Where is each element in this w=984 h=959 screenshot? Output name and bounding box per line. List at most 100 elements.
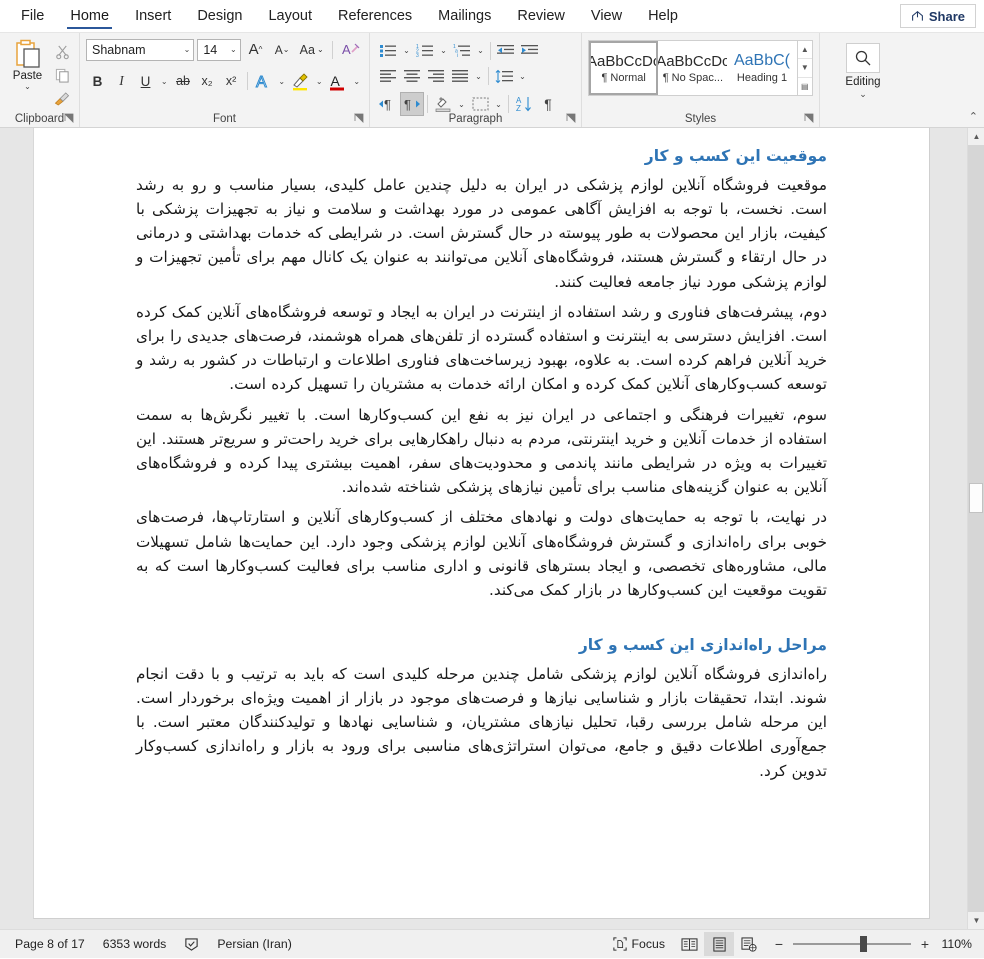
font-size-combo[interactable]: 14 ⌄ [197, 38, 241, 61]
read-mode-button[interactable] [674, 932, 704, 956]
chevron-down-icon: ⌄ [230, 45, 237, 54]
ribbon-tab-file[interactable]: File [8, 0, 57, 32]
clear-formatting-icon[interactable]: A [339, 38, 363, 62]
multilevel-list-icon[interactable]: 1 a i [450, 39, 474, 63]
zoom-slider[interactable] [793, 936, 911, 952]
numbered-list-icon[interactable]: 1 2 3 [413, 39, 437, 63]
bullet-list-icon[interactable] [376, 39, 400, 63]
numbering-dropdown-icon[interactable]: ⌄ [437, 39, 450, 63]
share-button[interactable]: Share [899, 4, 976, 28]
group-label-styles: Styles [684, 113, 717, 125]
cut-button[interactable] [51, 42, 73, 62]
text-effects-icon[interactable]: A [252, 69, 275, 93]
focus-mode-button[interactable]: Focus [604, 930, 675, 959]
zoom-slider-thumb[interactable] [860, 936, 867, 952]
chevron-down-icon[interactable]: ⌄ [859, 89, 867, 100]
style-item-normal[interactable]: AaBbCcDc ¶ Normal [589, 41, 659, 95]
paragraph: سوم، تغییرات فرهنگی و اجتماعی در ایران ن… [136, 405, 827, 497]
zoom-level-label[interactable]: 110% [940, 937, 978, 951]
styles-scroll-up-icon[interactable]: ▲ [797, 41, 812, 60]
ribbon-tab-design[interactable]: Design [184, 0, 255, 32]
align-left-icon[interactable] [376, 64, 400, 88]
ribbon-tab-help[interactable]: Help [635, 0, 691, 32]
underline-button[interactable]: U [134, 69, 157, 93]
bullets-dropdown-icon[interactable]: ⌄ [400, 39, 413, 63]
chevron-down-icon[interactable]: ⌄ [24, 82, 31, 91]
word-count[interactable]: 6353 words [94, 930, 176, 959]
justify-icon[interactable] [448, 64, 472, 88]
print-layout-button[interactable] [704, 932, 734, 956]
ribbon-tab-layout[interactable]: Layout [255, 0, 325, 32]
text-effects-dropdown-icon[interactable]: ⌄ [276, 69, 288, 93]
multilevel-dropdown-icon[interactable]: ⌄ [474, 39, 487, 63]
font-color-icon[interactable]: A [326, 69, 349, 93]
superscript-button[interactable]: x² [220, 69, 243, 93]
paste-label: Paste [12, 70, 43, 82]
svg-text:A: A [256, 74, 267, 90]
read-mode-icon [680, 937, 698, 952]
subscript-button[interactable]: x₂ [196, 69, 219, 93]
vertical-scrollbar[interactable]: ▲ ▼ [967, 128, 984, 929]
svg-text:¶: ¶ [404, 97, 411, 111]
ribbon-tab-references[interactable]: References [325, 0, 425, 32]
shrink-font-icon[interactable]: A ⌄ [270, 38, 294, 62]
svg-text:3: 3 [416, 53, 419, 58]
grow-font-icon[interactable]: A ^ [244, 38, 268, 62]
language-indicator[interactable]: Persian (Iran) [208, 930, 301, 959]
align-right-icon[interactable] [424, 64, 448, 88]
highlight-dropdown-icon[interactable]: ⌄ [313, 69, 325, 93]
heading-startup-steps: مراحل راه‌اندازی این کسب و کار [578, 636, 827, 655]
ribbon-tab-home[interactable]: Home [57, 0, 122, 32]
style-item-no-spacing[interactable]: AaBbCcDc ¶ No Spac... [658, 41, 727, 95]
scroll-up-icon[interactable]: ▲ [968, 128, 984, 145]
scroll-down-icon[interactable]: ▼ [968, 912, 984, 929]
zoom-in-button[interactable]: + [918, 936, 932, 952]
status-bar: Page 8 of 17 6353 words Persian (Iran) F… [0, 929, 984, 958]
decrease-indent-icon[interactable] [494, 39, 518, 63]
font-color-dropdown-icon[interactable]: ⌄ [351, 69, 363, 93]
share-label: Share [928, 8, 965, 24]
scrollbar-track[interactable] [968, 145, 984, 912]
heading-business-position: موقعیت این کسب و کار [644, 147, 827, 165]
clipboard-dialog-launcher[interactable] [64, 113, 75, 124]
styles-more-icon[interactable]: ▤ [798, 78, 812, 95]
document-page[interactable]: موقعیت این کسب و کار موقعیت فروشگاه آنلا… [33, 128, 930, 919]
svg-text:A: A [331, 73, 341, 89]
ribbon-tab-mailings[interactable]: Mailings [425, 0, 504, 32]
line-spacing-icon[interactable] [492, 64, 516, 88]
bold-button[interactable]: B [86, 69, 109, 93]
font-name-combo[interactable]: Shabnam ⌄ [86, 38, 195, 61]
font-dialog-launcher[interactable] [354, 113, 365, 124]
collapse-ribbon-icon[interactable]: ⌃ [969, 110, 978, 123]
increase-indent-icon[interactable] [518, 39, 542, 63]
line-spacing-dropdown-icon[interactable]: ⌄ [516, 64, 529, 88]
justify-dropdown-icon[interactable]: ⌄ [472, 64, 485, 88]
svg-text:¶: ¶ [384, 97, 391, 111]
ribbon-tab-insert[interactable]: Insert [122, 0, 184, 32]
style-item-heading-1[interactable]: AaBbC( Heading 1 [727, 41, 796, 95]
align-center-icon[interactable] [400, 64, 424, 88]
web-layout-button[interactable] [734, 932, 764, 956]
underline-dropdown-icon[interactable]: ⌄ [158, 69, 170, 93]
divider [246, 72, 248, 90]
change-case-icon[interactable]: Aa ⌄ [297, 38, 327, 62]
paste-button[interactable]: Paste ⌄ [6, 39, 49, 108]
proofing-errors-icon[interactable] [175, 930, 208, 959]
italic-button[interactable]: I [110, 69, 133, 93]
page-indicator[interactable]: Page 8 of 17 [6, 930, 94, 959]
ribbon-tab-review[interactable]: Review [504, 0, 578, 32]
scrollbar-thumb[interactable] [969, 483, 983, 513]
zoom-out-button[interactable]: − [772, 936, 786, 952]
format-painter-button[interactable] [51, 88, 73, 108]
ribbon: Paste ⌄ Clipboard Shabnam ⌄ 14 ⌄ A ^ A ⌄… [0, 33, 984, 128]
strikethrough-button[interactable]: ab [172, 69, 195, 93]
text-highlight-icon[interactable] [289, 69, 312, 93]
copy-button[interactable] [51, 65, 73, 85]
ribbon-tab-view[interactable]: View [578, 0, 635, 32]
styles-scroll-down-icon[interactable]: ▼ [797, 59, 812, 78]
ribbon-group-styles: AaBbCcDc ¶ Normal AaBbCcDc ¶ No Spac... … [582, 33, 820, 127]
paragraph-dialog-launcher[interactable] [566, 113, 577, 124]
styles-dialog-launcher[interactable] [804, 113, 815, 124]
editing-button[interactable]: Editing ⌄ [826, 37, 900, 100]
page-content: موقعیت این کسب و کار موقعیت فروشگاه آنلا… [34, 128, 929, 783]
